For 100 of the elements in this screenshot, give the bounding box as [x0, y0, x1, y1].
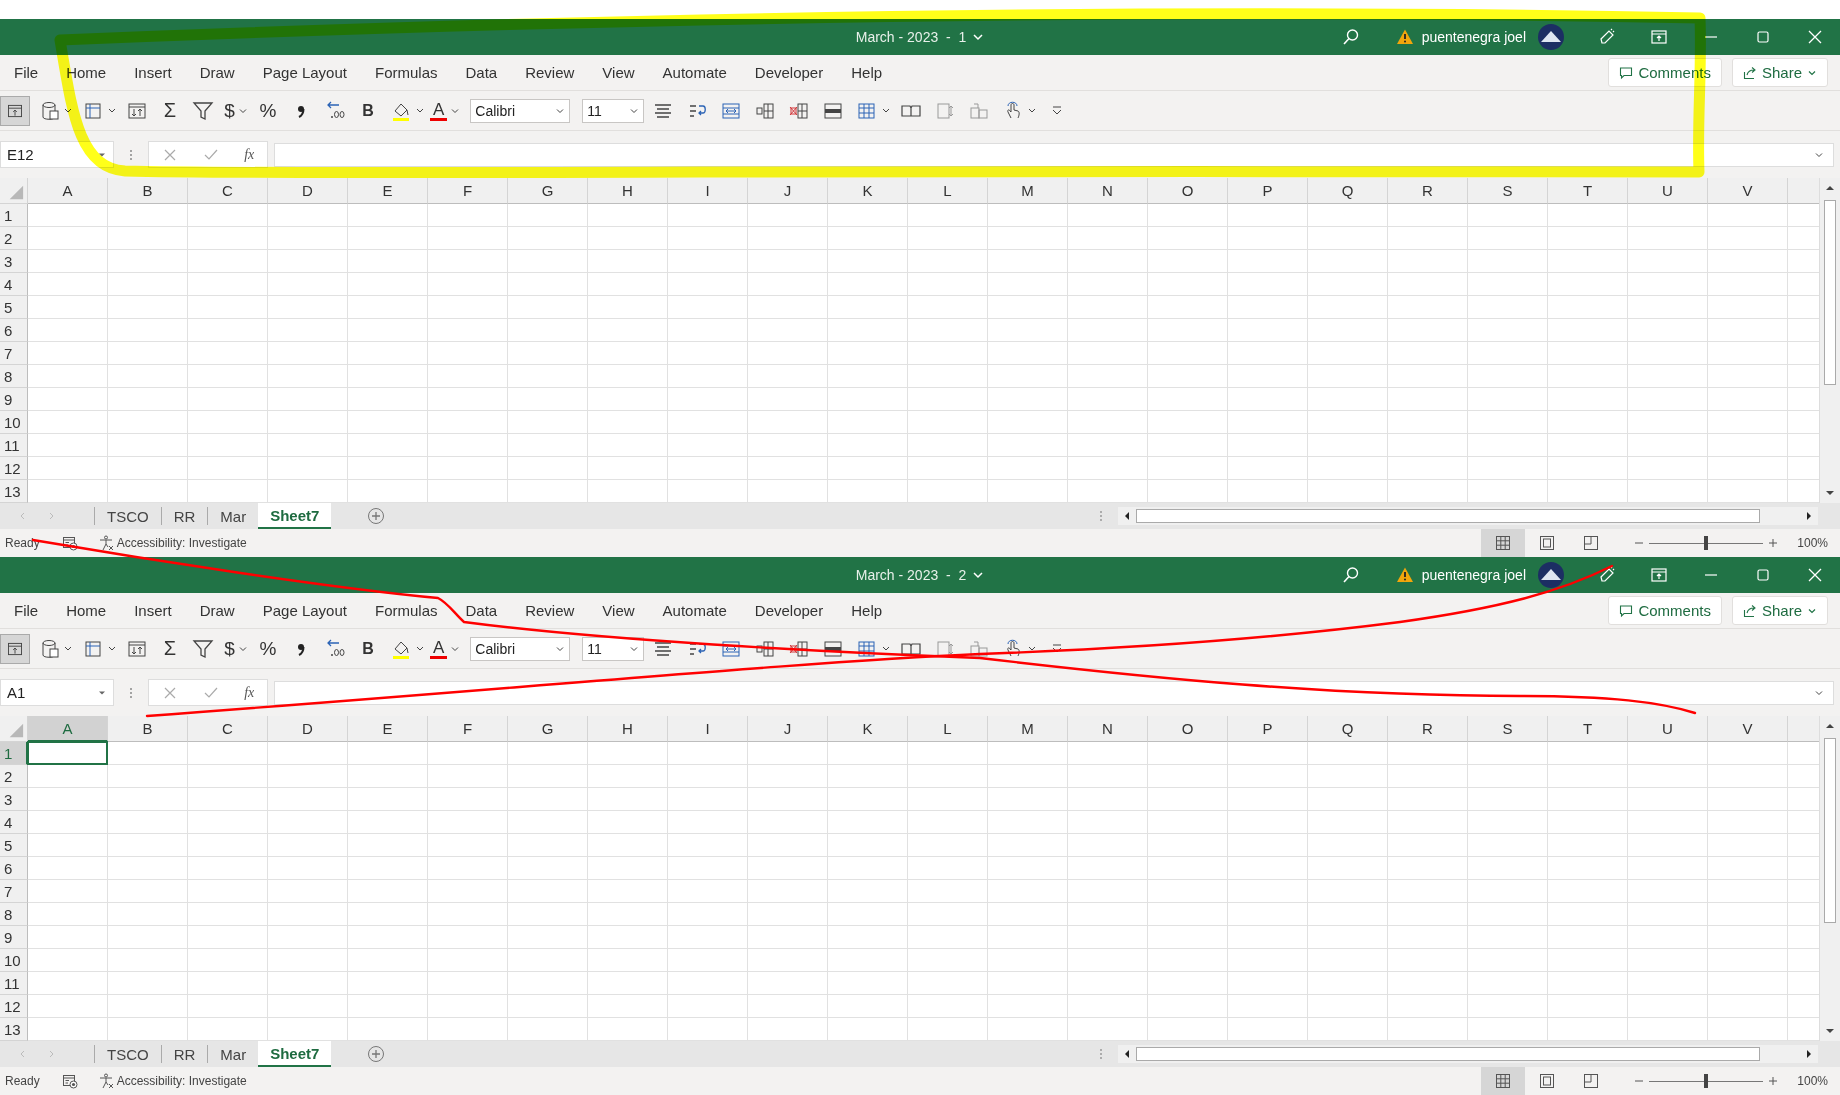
column-header[interactable]: O [1148, 178, 1228, 204]
row-header[interactable]: 12 [0, 995, 28, 1018]
menu-tab[interactable]: Insert [120, 602, 186, 619]
menu-tab[interactable]: Draw [185, 602, 249, 619]
menu-tab[interactable]: File [12, 64, 53, 81]
chevron-icon[interactable] [972, 31, 985, 43]
column-header[interactable]: U [1628, 178, 1708, 204]
column-header[interactable]: S [1468, 178, 1548, 204]
column-header[interactable]: F [428, 178, 508, 204]
sheet-tab[interactable]: RR [160, 507, 208, 525]
add-sheet-icon[interactable] [367, 507, 386, 525]
accessibility-button[interactable]: Accessibility: Investigate [97, 535, 247, 551]
column-header[interactable]: C [188, 716, 268, 742]
bold-button[interactable]: B [354, 95, 382, 126]
cell-grid[interactable] [28, 204, 1819, 503]
menu-tab[interactable]: Formulas [360, 602, 452, 619]
column-header[interactable]: K [828, 716, 908, 742]
column-header[interactable]: M [988, 178, 1068, 204]
column-header[interactable]: R [1388, 716, 1468, 742]
menu-tab[interactable]: Help [837, 602, 897, 619]
column-header[interactable]: F [428, 716, 508, 742]
zoom-level[interactable]: 100% [1797, 1074, 1828, 1088]
row-header[interactable]: 7 [0, 880, 28, 903]
font-size-dropdown[interactable]: 11 [582, 98, 645, 123]
drag-handle-icon[interactable] [1098, 509, 1104, 523]
avatar[interactable] [1538, 562, 1564, 588]
warning-icon[interactable] [1395, 28, 1414, 46]
menu-tab[interactable]: Developer [740, 64, 838, 81]
column-header[interactable]: E [348, 178, 428, 204]
menu-tab[interactable]: Page Layout [248, 64, 361, 81]
autosum-button[interactable]: Σ [156, 633, 184, 664]
row-header[interactable]: 2 [0, 227, 28, 250]
column-header[interactable]: P [1228, 716, 1308, 742]
column-header[interactable]: G [508, 178, 588, 204]
pen-icon[interactable] [1598, 566, 1616, 584]
column-header[interactable]: L [908, 716, 988, 742]
column-header[interactable]: H [588, 178, 668, 204]
comments-button[interactable]: Comments [1608, 596, 1722, 625]
menu-tab[interactable]: Home [52, 602, 121, 619]
font-name-dropdown[interactable]: Calibri [470, 98, 571, 123]
pen-icon[interactable] [1598, 28, 1616, 46]
close-icon[interactable] [1806, 28, 1824, 46]
search-icon[interactable] [1341, 566, 1360, 584]
row-header[interactable]: 2 [0, 765, 28, 788]
maximize-icon[interactable] [1754, 566, 1772, 584]
menu-tab[interactable]: Page Layout [248, 602, 361, 619]
insert-function-button[interactable]: fx [244, 684, 255, 701]
row-header[interactable]: 3 [0, 788, 28, 811]
column-header[interactable]: E [348, 716, 428, 742]
menu-tab[interactable]: Automate [648, 602, 741, 619]
maximize-icon[interactable] [1754, 28, 1772, 46]
chevron-icon[interactable] [972, 569, 985, 581]
column-header[interactable]: D [268, 178, 348, 204]
column-header[interactable]: L [908, 178, 988, 204]
accessibility-button[interactable]: Accessibility: Investigate [97, 1073, 247, 1089]
row-header[interactable]: 9 [0, 388, 28, 411]
row-header[interactable]: 12 [0, 457, 28, 480]
freeze-panes-icon[interactable] [0, 633, 30, 664]
add-sheet-icon[interactable] [367, 1045, 386, 1063]
name-box[interactable]: A1 [0, 679, 114, 706]
normal-view-button[interactable] [1481, 1067, 1526, 1095]
row-header[interactable]: 11 [0, 972, 28, 995]
column-header[interactable]: I [668, 178, 748, 204]
macro-recorder-icon[interactable] [61, 535, 78, 551]
row-header[interactable]: 10 [0, 949, 28, 972]
user-name[interactable]: puentenegra joel [1421, 567, 1526, 583]
column-header[interactable]: Q [1308, 178, 1388, 204]
row-header[interactable]: 1 [0, 204, 28, 227]
column-header[interactable]: U [1628, 716, 1708, 742]
freeze-panes-icon[interactable] [0, 95, 30, 126]
font-size-dropdown[interactable]: 11 [582, 636, 645, 661]
close-icon[interactable] [1806, 566, 1824, 584]
column-header[interactable]: V [1708, 716, 1788, 742]
row-header[interactable]: 10 [0, 411, 28, 434]
row-header[interactable]: 11 [0, 434, 28, 457]
drag-handle-icon[interactable] [1098, 1047, 1104, 1061]
menu-tab[interactable]: Formulas [360, 64, 452, 81]
row-header[interactable]: 4 [0, 811, 28, 834]
column-header[interactable]: N [1068, 178, 1148, 204]
sheet-tab[interactable]: TSCO [94, 507, 161, 525]
menu-tab[interactable]: Review [511, 64, 589, 81]
share-button[interactable]: Share [1731, 58, 1828, 87]
zoom-in-icon[interactable] [1767, 1075, 1780, 1087]
autosum-button[interactable]: Σ [156, 95, 184, 126]
row-header[interactable]: 7 [0, 342, 28, 365]
row-header[interactable]: 6 [0, 857, 28, 880]
column-header[interactable]: T [1548, 716, 1628, 742]
zoom-slider[interactable] [1649, 1074, 1764, 1088]
formula-input[interactable] [274, 142, 1834, 167]
cell-grid[interactable] [28, 742, 1819, 1041]
column-header[interactable]: Q [1308, 716, 1388, 742]
menu-tab[interactable]: Data [451, 602, 512, 619]
row-header[interactable]: 8 [0, 365, 28, 388]
column-header[interactable]: G [508, 716, 588, 742]
percent-button[interactable]: % [254, 95, 282, 126]
column-header[interactable]: B [108, 716, 188, 742]
column-header[interactable]: O [1148, 716, 1228, 742]
selected-cell[interactable] [27, 741, 108, 765]
macro-recorder-icon[interactable] [61, 1073, 78, 1089]
menu-tab[interactable]: Help [837, 64, 897, 81]
